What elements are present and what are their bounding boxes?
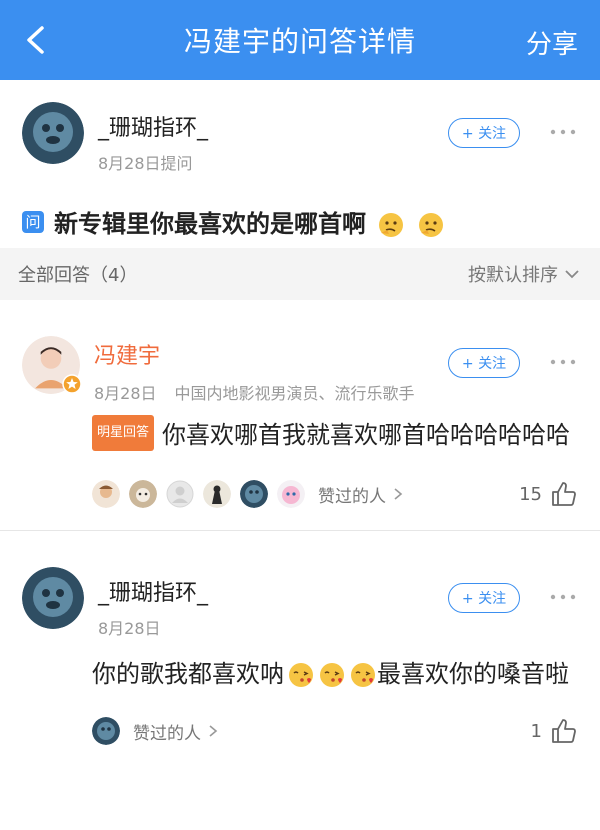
answer-item: 冯建宇 8月28日 中国内地影视男演员、流行乐歌手 + 关注 明星回答 你喜欢哪首… [0,300,600,531]
avatar[interactable] [22,567,84,629]
likers-label: 赞过的人 [318,486,386,507]
question-date: 8月28日提问 [98,154,193,173]
liker-avatar[interactable] [92,717,120,745]
more-icon[interactable] [548,122,578,142]
answer-text: 你的歌我都喜欢呐 最喜欢你的嗓音啦 [92,655,578,693]
verified-star-icon [62,374,82,394]
answer-text: 明星回答 你喜欢哪首我就喜欢哪首哈哈哈哈哈哈 [92,415,578,454]
kissing-face-icon [351,663,375,687]
kissing-face-icon [320,663,344,687]
chevron-right-icon [209,725,218,737]
follow-button[interactable]: + 关注 [448,583,520,613]
author-name[interactable]: _珊瑚指环_ [98,575,208,607]
answer-date: 8月28日 [94,384,157,403]
liker-avatar[interactable] [203,480,231,508]
answer-text-content: 你喜欢哪首我就喜欢哪首哈哈哈哈哈哈 [162,421,571,449]
chevron-right-icon [394,488,403,500]
chevron-down-icon [565,270,579,279]
like-count: 1 [530,720,542,742]
sort-label: 按默认排序 [468,265,558,286]
liker-avatar[interactable] [240,480,268,508]
sort-dropdown[interactable]: 按默认排序 [468,261,580,287]
share-button[interactable]: 分享 [526,24,578,61]
likers-link[interactable]: 赞过的人 [318,482,404,507]
like-button[interactable]: 15 [519,480,578,508]
author-name[interactable]: _珊瑚指环_ [98,110,208,142]
liker-avatar[interactable] [166,480,194,508]
likes-row: 赞过的人 15 [92,476,578,512]
like-count: 15 [519,483,542,505]
question-text: 新专辑里你最喜欢的是哪首啊 [54,204,445,239]
more-icon[interactable] [548,587,578,607]
answer-text-content: 最喜欢你的嗓音啦 [377,660,569,688]
question-section: _珊瑚指环_ 8月28日提问 + 关注 问 新专辑里你最喜欢的是哪首啊 [0,80,600,248]
answers-header: 全部回答（4） 按默认排序 [0,248,600,300]
thumbs-up-icon [552,719,576,743]
answer-date: 8月28日 [98,619,161,638]
answer-count: 全部回答（4） [18,265,138,286]
answer-text-content: 你的歌我都喜欢呐 [92,660,284,688]
thinking-face-icon [379,213,404,237]
avatar[interactable] [22,102,84,164]
liker-avatar[interactable] [277,480,305,508]
answer-item: _珊瑚指环_ 8月28日 + 关注 你的歌我都喜欢呐 最喜欢你的嗓音啦 赞过的人… [0,531,600,749]
author-role: 中国内地影视男演员、流行乐歌手 [174,384,415,403]
page-title: 冯建宇的问答详情 [183,25,416,58]
kissing-face-icon [289,663,313,687]
back-arrow-icon[interactable] [18,22,54,58]
nav-bar: 冯建宇的问答详情 分享 [0,0,600,80]
thumbs-up-icon [552,482,576,506]
likes-row: 赞过的人 1 [92,713,578,749]
liker-avatar[interactable] [92,480,120,508]
follow-button[interactable]: + 关注 [448,348,520,378]
thinking-face-icon [418,213,443,237]
celebrity-answer-badge: 明星回答 [92,415,155,451]
likers-label: 赞过的人 [133,723,201,744]
like-button[interactable]: 1 [531,717,578,745]
likers-link[interactable]: 赞过的人 [133,719,219,744]
question-text-content: 新专辑里你最喜欢的是哪首啊 [54,210,366,238]
liker-avatar[interactable] [129,480,157,508]
more-icon[interactable] [548,352,578,372]
follow-button[interactable]: + 关注 [448,118,520,148]
question-badge: 问 [22,210,44,233]
author-name[interactable]: 冯建宇 [94,338,415,370]
